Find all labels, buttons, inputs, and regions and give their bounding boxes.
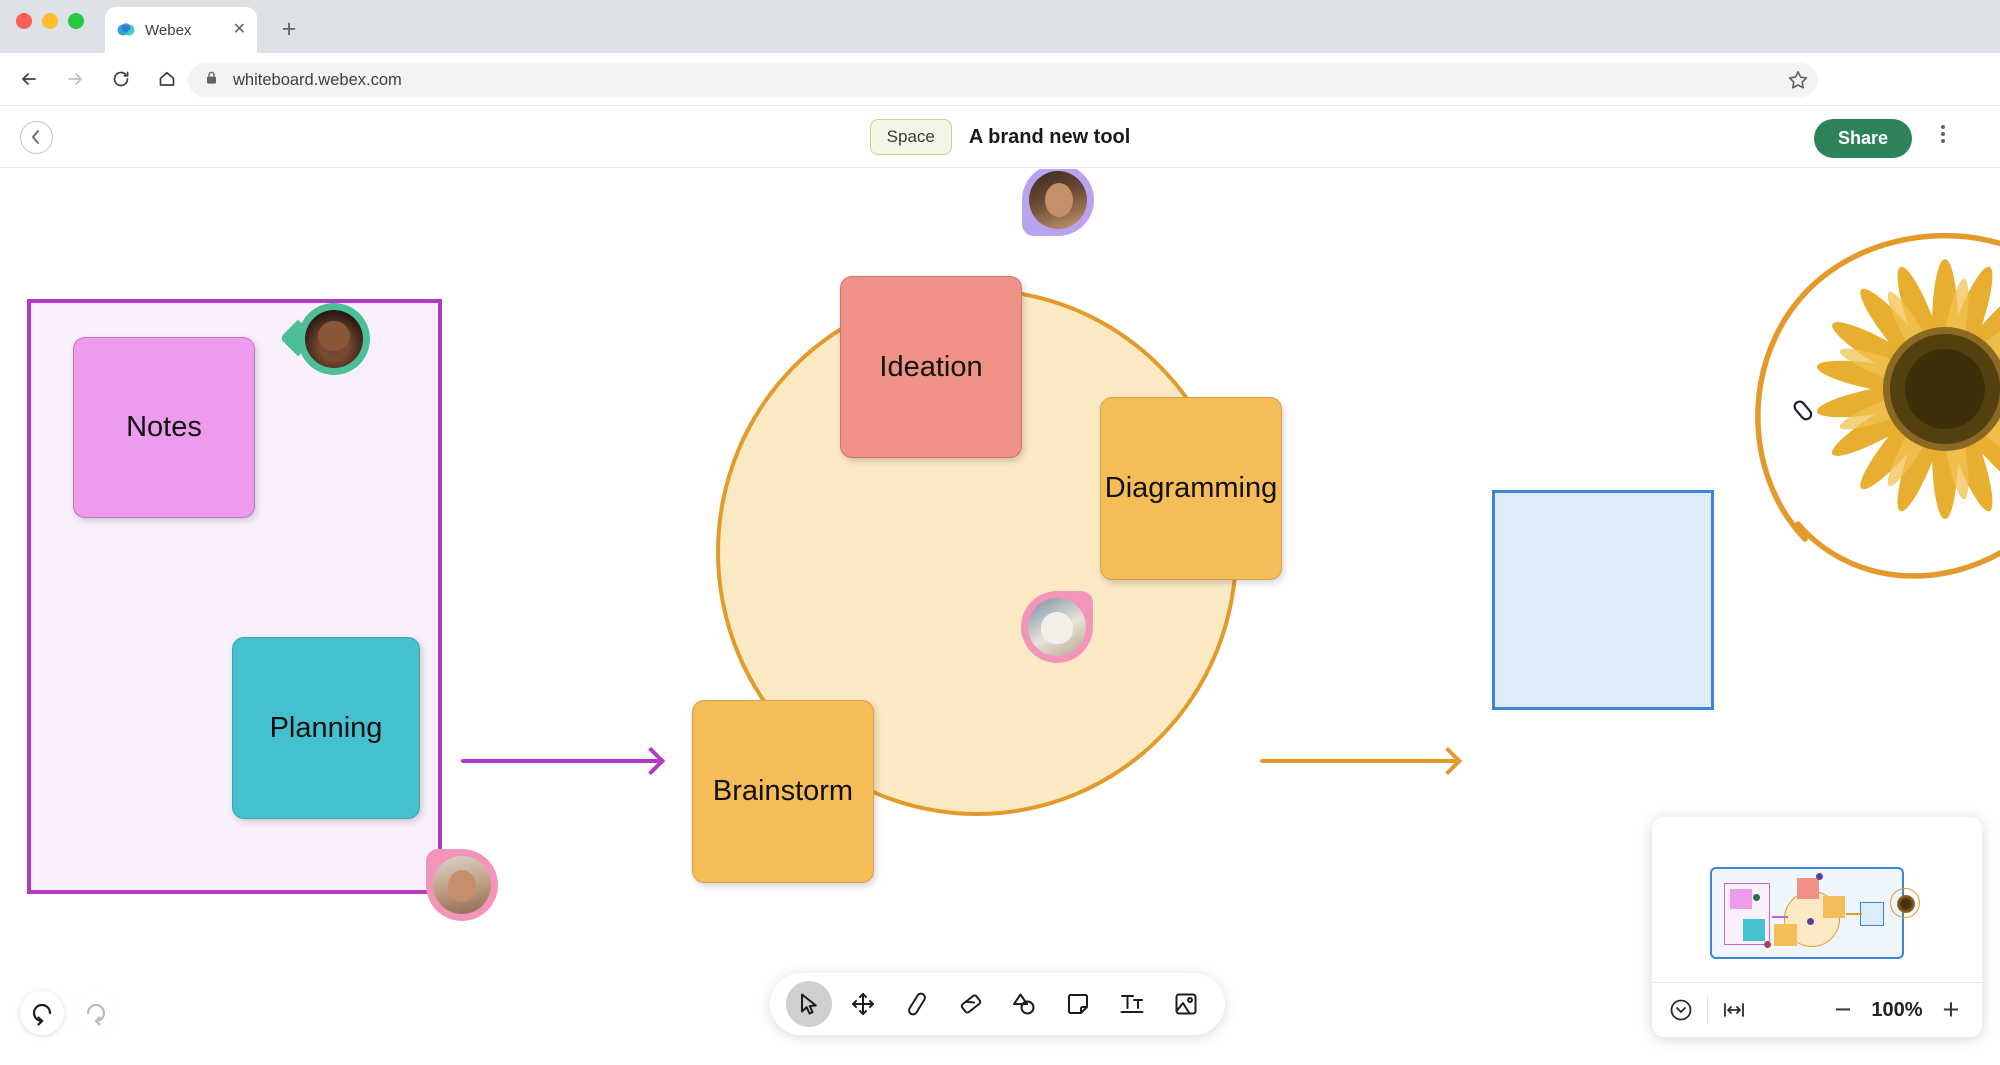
minimap-viewport[interactable] [1710,867,1920,959]
collaborator-cursor-green [298,303,370,375]
minimap-blue-rect [1860,902,1884,926]
reload-icon[interactable] [104,62,138,96]
tool-move[interactable] [840,981,886,1027]
tool-image[interactable] [1163,981,1209,1027]
lock-icon [204,70,219,90]
avatar [305,310,363,368]
redo-button[interactable] [74,991,118,1035]
zoom-controls: − 100% + [1652,982,1982,1037]
drawing-toolbar [770,973,1225,1035]
arrow-head [1433,746,1463,776]
avatar [1029,171,1087,229]
minimap-preview[interactable] [1652,817,1982,982]
tab-title: Webex [145,21,192,39]
minimap-sticky-notes [1730,889,1752,909]
collaborator-cursor-pink-person [426,849,498,921]
minimap-purple-arrow [1772,916,1788,918]
minimap-sticky-planning [1743,919,1765,941]
history-controls [20,991,118,1035]
star-icon[interactable] [1786,68,1810,92]
chevron-down-circle-icon[interactable] [1666,995,1696,1025]
window-traffic-lights [16,13,84,29]
collaborator-cursor-purple [1022,169,1094,236]
forward-arrow-icon[interactable] [58,62,92,96]
sticky-note-brainstorm[interactable]: Brainstorm [692,700,874,883]
divider [1707,996,1708,1024]
share-button[interactable]: Share [1813,119,1912,158]
arrow-shaft [1260,759,1456,763]
home-icon[interactable] [150,62,184,96]
fit-to-width-icon[interactable] [1719,995,1749,1025]
tool-eraser[interactable] [948,981,994,1027]
minimap-sunflower [1890,888,1920,918]
tool-sticky-note[interactable] [1055,981,1101,1027]
tool-shapes[interactable] [1001,981,1047,1027]
minimap-cursor-pink [1764,941,1771,948]
arrow-head [636,746,666,776]
minimize-window-button[interactable] [42,13,58,29]
sticky-note-planning[interactable]: Planning [232,637,420,819]
tool-pen[interactable] [894,981,940,1027]
minimap-sticky-diagramming [1823,896,1845,918]
undo-button[interactable] [20,991,64,1035]
zoom-out-button[interactable]: − [1826,996,1860,1025]
zoom-level-label: 100% [1871,998,1923,1021]
minimap-sticky-ideation [1797,878,1819,899]
sticky-note-ideation[interactable]: Ideation [840,276,1022,458]
header-center: Space A brand new tool [0,106,2000,168]
page-title[interactable]: A brand new tool [969,126,1130,149]
new-tab-button[interactable]: + [275,16,303,44]
avatar [433,856,491,914]
app-menu-icon[interactable] [1928,122,1958,152]
arrow-shaft [461,759,659,763]
blue-rectangle-shape[interactable] [1492,490,1714,710]
space-badge[interactable]: Space [869,119,952,155]
tool-select[interactable] [785,981,832,1027]
browser-toolbar: whiteboard.webex.com [0,53,2000,148]
close-icon[interactable]: ✕ [233,22,246,38]
minimap-panel: − 100% + [1652,817,1982,1037]
browser-tab[interactable]: Webex ✕ [105,7,257,53]
sticky-note-diagramming[interactable]: Diagramming [1100,397,1282,580]
address-bar[interactable]: whiteboard.webex.com [188,63,1818,97]
zoom-in-button[interactable]: + [1934,996,1968,1025]
close-window-button[interactable] [16,13,32,29]
back-arrow-icon[interactable] [12,62,46,96]
browser-tab-bar: Webex ✕ + [0,0,2000,53]
sticky-note-notes[interactable]: Notes [73,337,255,518]
minimap-cursor-purple [1816,873,1823,880]
minimap-cursor-green [1753,894,1760,901]
address-bar-url: whiteboard.webex.com [233,70,402,89]
minimap-orange-arrow [1846,913,1862,915]
pen-cursor-icon [1793,400,1813,421]
tool-text[interactable] [1109,981,1155,1027]
minimap-cursor-purple-2 [1807,918,1814,925]
minimap-sticky-brainstorm [1774,924,1797,946]
app-window: Webex ✕ + whiteboard.webex.com Space A b… [0,0,2000,1065]
maximize-window-button[interactable] [68,13,84,29]
avatar [1028,598,1086,656]
webex-favicon-icon [116,20,136,40]
collaborator-cursor-pink-dog [1021,591,1093,663]
app-header: Space A brand new tool Share [0,106,2000,168]
sunflower-image[interactable] [1800,244,2000,534]
